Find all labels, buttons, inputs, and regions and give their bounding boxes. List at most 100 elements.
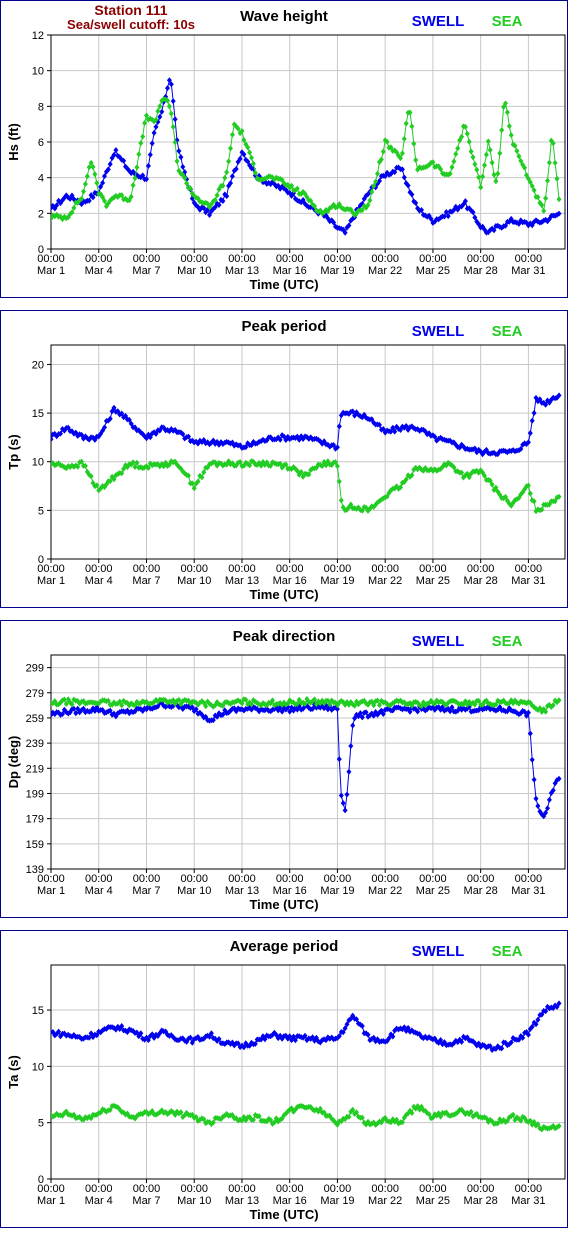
x-tick-time: 00:00 [85,1183,113,1195]
x-tick-time: 00:00 [37,873,65,885]
x-tick-time: 00:00 [467,1183,495,1195]
chart-title: Peak direction [233,628,336,645]
x-tick-time: 00:00 [515,873,543,885]
legend-swell: SWELL [412,633,465,650]
cutoff-label: Sea/swell cutoff: 10s [67,17,195,32]
x-tick-date: Mar 7 [132,575,160,587]
y-tick-label: 10 [32,457,44,469]
y-tick-label: 4 [38,173,44,185]
average-period-panel: 0 5 10 15 00:00 Mar 1 00:00 Mar 4 00:00 Mar 7 00:0… [0,930,568,1228]
x-tick-time: 00:00 [228,1183,256,1195]
x-tick-date: Mar 7 [132,265,160,277]
legend-swell: SWELL [412,13,465,30]
x-tick-time: 00:00 [276,873,304,885]
x-tick-time: 00:00 [324,873,352,885]
legend-sea: SEA [492,13,523,30]
y-axis-label: Hs (ft) [6,123,21,161]
x-tick-date: Mar 19 [320,1195,354,1207]
y-tick-label: 259 [26,713,44,725]
x-tick-date: Mar 22 [368,1195,402,1207]
x-tick-date: Mar 13 [225,1195,259,1207]
x-tick-time: 00:00 [85,253,113,265]
x-tick-date: Mar 16 [273,885,307,897]
x-tick-time: 00:00 [467,873,495,885]
x-tick-time: 00:00 [324,1183,352,1195]
chart-title: Wave height [240,8,328,25]
x-tick-time: 00:00 [324,253,352,265]
x-tick-time: 00:00 [228,253,256,265]
average-period-chart: 05101500:00Mar 100:00Mar 400:00Mar 700:0… [6,938,566,1222]
x-tick-time: 00:00 [276,563,304,575]
y-axis-label: Tp (s) [6,434,21,469]
x-tick-time: 00:00 [276,253,304,265]
x-axis-label: Time (UTC) [249,1207,318,1222]
x-tick-time: 00:00 [180,1183,208,1195]
x-tick-date: Mar 31 [511,265,545,277]
x-tick-time: 00:00 [371,253,399,265]
x-tick-time: 00:00 [133,873,161,885]
y-tick-label: 239 [26,738,44,750]
wave-height-panel: Station 111 Sea/swell cutoff: 10s 024681… [0,0,568,298]
x-tick-time: 00:00 [371,563,399,575]
y-tick-label: 15 [32,1005,44,1017]
x-tick-date: Mar 22 [368,885,402,897]
y-tick-label: 279 [26,688,44,700]
x-tick-time: 00:00 [324,563,352,575]
x-tick-time: 00:00 [467,563,495,575]
x-tick-date: Mar 1 [37,1195,65,1207]
x-tick-date: Mar 4 [85,1195,113,1207]
x-tick-time: 00:00 [228,873,256,885]
x-tick-date: Mar 22 [368,265,402,277]
x-tick-date: Mar 13 [225,575,259,587]
peak-direction-panel: 139 159 179 199 219 239 259 279 299 00:00 Mar 1 00:… [0,620,568,918]
x-tick-date: Mar 10 [177,885,211,897]
x-tick-date: Mar 1 [37,265,65,277]
x-tick-time: 00:00 [37,1183,65,1195]
peak-period-chart: 0510152000:00Mar 100:00Mar 400:00Mar 700… [6,318,566,602]
x-tick-date: Mar 1 [37,575,65,587]
plot-area [50,654,566,870]
station-name: Station 111 [94,2,167,18]
x-tick-date: Mar 10 [177,1195,211,1207]
x-tick-time: 00:00 [419,1183,447,1195]
x-tick-date: Mar 28 [464,575,498,587]
legend-sea: SEA [492,633,523,650]
x-tick-time: 00:00 [37,253,65,265]
x-tick-date: Mar 25 [416,885,450,897]
x-tick-time: 00:00 [371,1183,399,1195]
legend-sea: SEA [492,943,523,960]
x-tick-time: 00:00 [371,873,399,885]
x-tick-date: Mar 16 [273,1195,307,1207]
x-tick-date: Mar 4 [85,265,113,277]
chart-title: Average period [230,938,339,955]
x-tick-time: 00:00 [515,253,543,265]
x-axis-label: Time (UTC) [249,277,318,292]
y-tick-label: 179 [26,814,44,826]
x-tick-time: 00:00 [515,1183,543,1195]
y-tick-label: 5 [38,505,44,517]
chart-title: Peak period [241,318,326,335]
x-tick-date: Mar 19 [320,885,354,897]
wave-height-chart: Station 111 Sea/swell cutoff: 10s 024681… [6,2,566,292]
x-tick-time: 00:00 [419,563,447,575]
x-tick-time: 00:00 [419,253,447,265]
y-tick-label: 299 [26,663,44,675]
x-tick-time: 00:00 [180,253,208,265]
x-tick-date: Mar 10 [177,575,211,587]
x-tick-time: 00:00 [467,253,495,265]
x-axis-label: Time (UTC) [249,897,318,912]
y-tick-label: 2 [38,208,44,220]
x-tick-time: 00:00 [85,563,113,575]
x-tick-date: Mar 28 [464,265,498,277]
x-tick-date: Mar 13 [225,265,259,277]
x-tick-date: Mar 28 [464,885,498,897]
x-tick-time: 00:00 [419,873,447,885]
x-tick-time: 00:00 [85,873,113,885]
x-tick-date: Mar 25 [416,265,450,277]
x-tick-time: 00:00 [133,563,161,575]
legend-sea: SEA [492,323,523,340]
y-tick-label: 10 [32,1061,44,1073]
legend-swell: SWELL [412,323,465,340]
y-tick-label: 12 [32,30,44,42]
y-axis-label: Dp (deg) [6,736,21,789]
